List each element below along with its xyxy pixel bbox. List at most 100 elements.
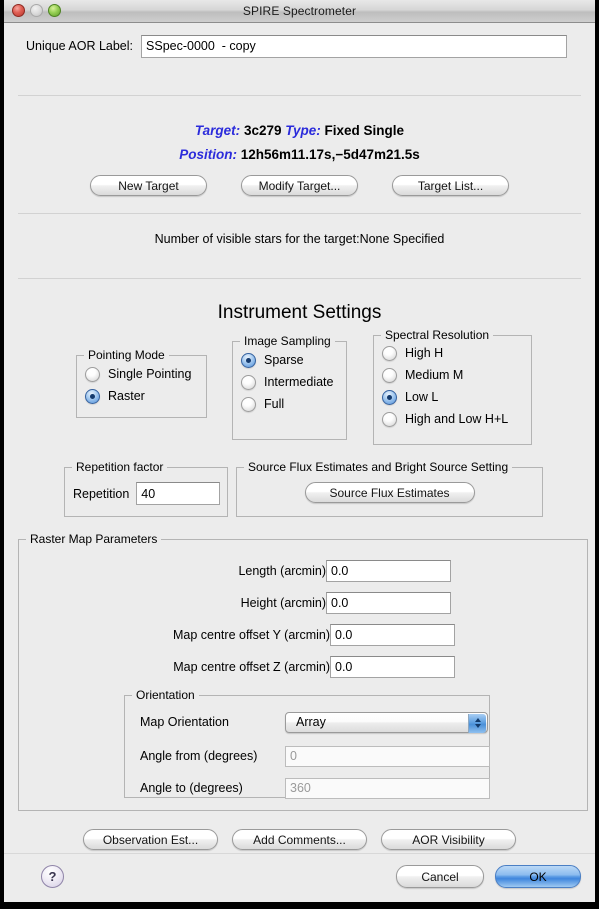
- separator-2: [18, 213, 581, 214]
- orientation-group: Orientation Map Orientation Array Angle …: [124, 688, 490, 799]
- raster-map-parameters-group: Raster Map Parameters Length (arcmin) He…: [18, 532, 588, 811]
- radio-single-pointing[interactable]: Single Pointing: [85, 363, 206, 385]
- angle-from-label: Angle from (degrees): [140, 749, 258, 763]
- dialog-footer: ? Cancel OK: [4, 853, 595, 902]
- radio-high-and-low-label: High and Low H+L: [405, 412, 509, 426]
- raster-length-label: Length (arcmin): [238, 564, 326, 578]
- angle-from-row: Angle from (degrees): [140, 744, 490, 768]
- map-centre-offset-y-row: Map centre offset Y (arcmin): [148, 624, 455, 646]
- zoom-icon[interactable]: [48, 4, 61, 17]
- repetition-factor-title: Repetition factor: [72, 460, 168, 474]
- radio-raster[interactable]: Raster: [85, 385, 206, 407]
- map-centre-offset-z-row: Map centre offset Z (arcmin): [148, 656, 455, 678]
- target-summary-line: Target: 3c279 Type: Fixed Single: [4, 123, 595, 138]
- visible-stars-text: Number of visible stars for the target:N…: [154, 232, 445, 246]
- raster-length-input[interactable]: [326, 560, 451, 582]
- map-centre-offset-z-label: Map centre offset Z (arcmin): [173, 660, 330, 674]
- target-list-button[interactable]: Target List...: [392, 175, 509, 196]
- pointing-mode-group: Pointing Mode Single Pointing Raster: [76, 348, 207, 418]
- image-sampling-options: Sparse Intermediate Full: [233, 342, 346, 415]
- radio-sparse-icon: [241, 352, 256, 368]
- window-titlebar: SPIRE Spectrometer: [4, 0, 595, 23]
- radio-single-pointing-label: Single Pointing: [108, 367, 192, 381]
- radio-raster-icon: [85, 388, 100, 404]
- radio-full[interactable]: Full: [241, 393, 346, 415]
- dialog-content: Unique AOR Label: Target: 3c279 Type: Fi…: [4, 23, 595, 902]
- radio-medium-m-icon: [382, 367, 397, 383]
- radio-high-and-low-icon: [382, 411, 397, 427]
- target-name-value: 3c279: [243, 123, 282, 138]
- raster-height-label: Height (arcmin): [240, 596, 326, 610]
- radio-high-h[interactable]: High H: [382, 342, 531, 364]
- instrument-settings-heading: Instrument Settings: [217, 302, 382, 323]
- position-key-label: Position:: [179, 147, 237, 162]
- pointing-mode-options: Single Pointing Raster: [77, 356, 206, 407]
- separator-1: [18, 95, 581, 96]
- angle-to-input[interactable]: [285, 777, 490, 799]
- action-button-row: Observation Est... Add Comments... AOR V…: [4, 829, 595, 850]
- angle-to-label: Angle to (degrees): [140, 781, 243, 795]
- radio-low-l-icon: [382, 389, 397, 405]
- help-icon[interactable]: ?: [41, 865, 64, 888]
- source-flux-estimates-button[interactable]: Source Flux Estimates: [304, 482, 475, 503]
- map-orientation-row: Map Orientation Array: [140, 710, 488, 734]
- spectral-resolution-group: Spectral Resolution High H Medium M Low …: [373, 328, 532, 445]
- radio-raster-label: Raster: [108, 389, 145, 403]
- image-sampling-title: Image Sampling: [240, 334, 335, 348]
- radio-medium-m-label: Medium M: [405, 368, 464, 382]
- radio-high-h-label: High H: [405, 346, 444, 360]
- radio-sparse[interactable]: Sparse: [241, 349, 346, 371]
- new-target-button[interactable]: New Target: [90, 175, 207, 196]
- raster-height-input[interactable]: [326, 592, 451, 614]
- separator-3: [18, 278, 581, 279]
- radio-low-l-label: Low L: [405, 390, 439, 404]
- map-orientation-value: Array: [296, 715, 326, 729]
- repetition-input[interactable]: [136, 482, 221, 505]
- target-type-key-label: Type:: [285, 123, 321, 138]
- radio-intermediate-label: Intermediate: [264, 375, 334, 389]
- aor-visibility-button[interactable]: AOR Visibility: [381, 829, 516, 850]
- orientation-title: Orientation: [132, 688, 199, 702]
- target-type-value: Fixed Single: [324, 123, 405, 138]
- radio-high-h-icon: [382, 345, 397, 361]
- radio-intermediate[interactable]: Intermediate: [241, 371, 346, 393]
- radio-intermediate-icon: [241, 374, 256, 390]
- raster-height-row: Height (arcmin): [148, 592, 451, 614]
- raster-length-row: Length (arcmin): [148, 560, 451, 582]
- pointing-mode-title: Pointing Mode: [84, 348, 169, 362]
- spectral-resolution-options: High H Medium M Low L High and Low H+L: [374, 336, 531, 430]
- map-centre-offset-y-input[interactable]: [330, 624, 455, 646]
- source-flux-group: Source Flux Estimates and Bright Source …: [236, 460, 543, 517]
- radio-low-l[interactable]: Low L: [382, 386, 531, 408]
- target-position-line: Position: 12h56m11.17s,−5d47m21.5s: [4, 147, 595, 162]
- repetition-factor-group: Repetition factor Repetition: [64, 460, 228, 517]
- radio-medium-m[interactable]: Medium M: [382, 364, 531, 386]
- repetition-field-label: Repetition: [73, 486, 130, 501]
- window-title: SPIRE Spectrometer: [242, 4, 357, 18]
- close-icon[interactable]: [12, 4, 25, 17]
- map-orientation-dropdown[interactable]: Array: [285, 711, 488, 733]
- map-centre-offset-z-input[interactable]: [330, 656, 455, 678]
- radio-single-pointing-icon: [85, 366, 100, 382]
- add-comments-button[interactable]: Add Comments...: [232, 829, 367, 850]
- cancel-button[interactable]: Cancel: [396, 865, 484, 888]
- aor-label-text: Unique AOR Label:: [26, 39, 134, 53]
- ok-button[interactable]: OK: [495, 865, 581, 888]
- aor-label-row: Unique AOR Label:: [4, 33, 595, 59]
- minimize-icon[interactable]: [30, 4, 43, 17]
- target-button-row: New Target Modify Target... Target List.…: [4, 175, 595, 196]
- raster-map-parameters-title: Raster Map Parameters: [26, 532, 162, 546]
- observation-est-button[interactable]: Observation Est...: [83, 829, 218, 850]
- radio-full-label: Full: [264, 397, 285, 411]
- radio-sparse-label: Sparse: [264, 353, 304, 367]
- modify-target-button[interactable]: Modify Target...: [241, 175, 358, 196]
- image-sampling-group: Image Sampling Sparse Intermediate Full: [232, 334, 347, 440]
- aor-label-input[interactable]: [141, 34, 568, 58]
- radio-high-and-low[interactable]: High and Low H+L: [382, 408, 531, 430]
- spectral-resolution-title: Spectral Resolution: [381, 328, 494, 342]
- radio-full-icon: [241, 396, 256, 412]
- spire-spectrometer-window: SPIRE Spectrometer Unique AOR Label: Tar…: [0, 0, 599, 909]
- angle-from-input[interactable]: [285, 745, 490, 767]
- source-flux-title: Source Flux Estimates and Bright Source …: [244, 460, 513, 474]
- chevron-updown-icon: [468, 713, 486, 733]
